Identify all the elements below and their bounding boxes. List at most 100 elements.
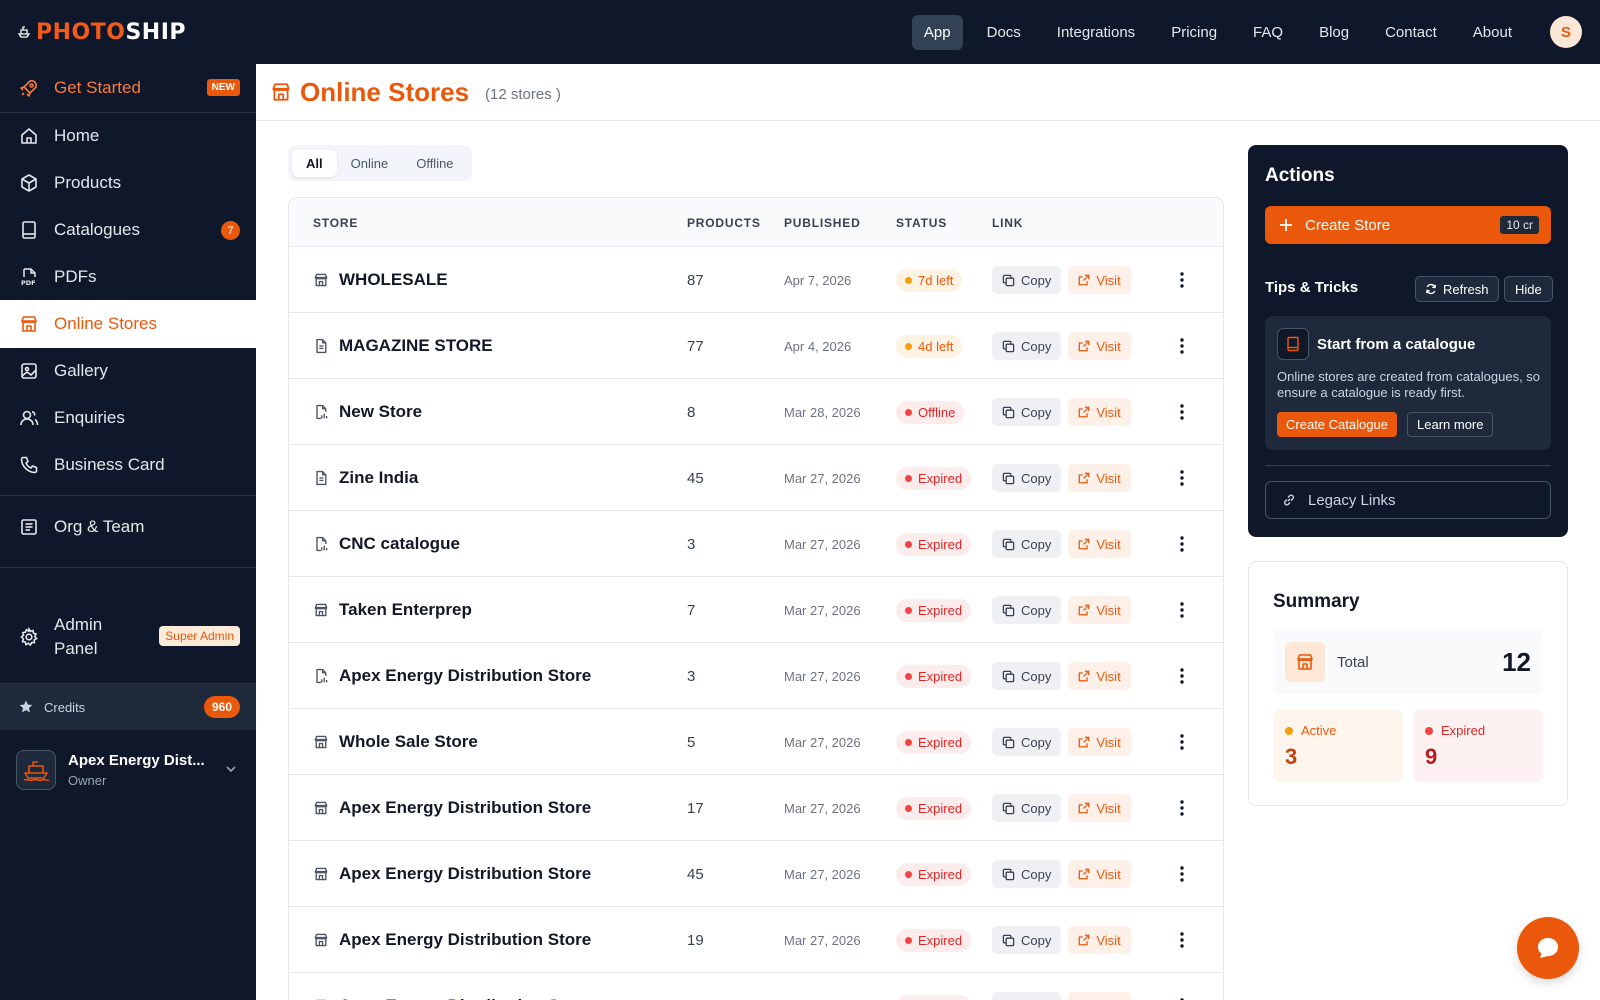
table-row[interactable]: MAGAZINE STORE 77 Apr 4, 2026 4d left Copy Vi… [289,313,1223,379]
account-switcher[interactable]: Apex Energy Dist... Owner [0,740,256,800]
store-name[interactable]: MAGAZINE STORE [339,336,493,356]
nav-contact[interactable]: Contact [1373,15,1449,50]
legacy-links-button[interactable]: Legacy Links [1265,481,1551,519]
visit-store-button[interactable]: Visit [1068,332,1131,360]
table-row[interactable]: Apex Energy Distribution Store 19 Mar 27, … [289,907,1223,973]
sidebar-item-products[interactable]: Products [0,159,256,207]
more-options-icon[interactable] [1180,511,1184,577]
sidebar-item-gallery[interactable]: Gallery [0,347,256,395]
copy-link-button[interactable]: Copy [992,662,1062,690]
visit-store-button[interactable]: Visit [1068,794,1131,822]
copy-link-button[interactable]: Copy [992,926,1062,954]
visit-store-button[interactable]: Visit [1068,596,1131,624]
sidebar-item-catalogues[interactable]: Catalogues 7 [0,206,256,254]
more-options-icon[interactable] [1180,577,1184,643]
more-options-icon[interactable] [1180,379,1184,445]
table-row[interactable]: CNC catalogue 3 Mar 27, 2026 Expired Copy Vis… [289,511,1223,577]
copy-link-button[interactable]: Copy [992,398,1062,426]
sidebar-item-online-stores[interactable]: Online Stores [0,300,256,348]
visit-store-button[interactable]: Visit [1068,266,1131,294]
visit-store-button[interactable]: Visit [1068,662,1131,690]
learn-more-button[interactable]: Learn more [1407,412,1494,437]
visit-store-button[interactable]: Visit [1068,530,1131,558]
refresh-button[interactable]: Refresh [1415,276,1499,302]
store-name[interactable]: WHOLESALE [339,270,448,290]
more-options-icon[interactable] [1180,973,1184,1000]
more-options-icon[interactable] [1180,841,1184,907]
copy-link-button[interactable]: Copy [992,794,1062,822]
table-row[interactable]: Apex Energy Distribution Store Expired Cop… [289,973,1223,1000]
store-name[interactable]: CNC catalogue [339,534,460,554]
sidebar-item-pdfs[interactable]: PDF PDFs [0,253,256,301]
visit-store-button[interactable]: Visit [1068,992,1131,1000]
column-header-status[interactable]: STATUS [896,216,947,230]
credits-row[interactable]: Credits 960 [0,684,256,730]
table-row[interactable]: Whole Sale Store 5 Mar 27, 2026 Expired Copy… [289,709,1223,775]
column-header-published[interactable]: PUBLISHED [784,216,861,230]
tab-offline[interactable]: Offline [402,150,467,177]
store-name[interactable]: Apex Energy Distribution Store [339,996,591,1000]
store-name[interactable]: Taken Enterprep [339,600,472,620]
more-options-icon[interactable] [1180,775,1184,841]
copy-link-button[interactable]: Copy [992,266,1062,294]
more-options-icon[interactable] [1180,247,1184,313]
copy-link-button[interactable]: Copy [992,332,1062,360]
visit-store-button[interactable]: Visit [1068,860,1131,888]
nav-about[interactable]: About [1461,15,1524,50]
tab-online[interactable]: Online [337,150,403,177]
sidebar-item-get-started[interactable]: Get Started NEW [0,64,256,112]
table-row[interactable]: Apex Energy Distribution Store 45 Mar 27, … [289,841,1223,907]
sidebar-item-business-card[interactable]: Business Card [0,441,256,489]
table-row[interactable]: Apex Energy Distribution Store 3 Mar 27, 2… [289,643,1223,709]
copy-link-button[interactable]: Copy [992,530,1062,558]
hide-tips-button[interactable]: Hide [1504,276,1553,302]
copy-link-button[interactable]: Copy [992,728,1062,756]
sidebar-item-org-team[interactable]: Org & Team [0,503,256,551]
table-row[interactable]: New Store 8 Mar 28, 2026 Offline Copy Visit [289,379,1223,445]
nav-faq[interactable]: FAQ [1241,15,1295,50]
table-row[interactable]: Zine India 45 Mar 27, 2026 Expired Copy Visit [289,445,1223,511]
table-row[interactable]: Apex Energy Distribution Store 17 Mar 27, … [289,775,1223,841]
nav-docs[interactable]: Docs [975,15,1033,50]
table-row[interactable]: WHOLESALE 87 Apr 7, 2026 7d left Copy Visit [289,247,1223,313]
tab-all[interactable]: All [292,149,337,177]
visit-store-button[interactable]: Visit [1068,398,1131,426]
brand-logo[interactable]: PHOTO SHIP [16,0,186,64]
column-header-products[interactable]: PRODUCTS [687,216,761,230]
store-name[interactable]: Whole Sale Store [339,732,478,752]
more-options-icon[interactable] [1180,445,1184,511]
user-avatar[interactable]: S [1550,16,1582,48]
sidebar-item-enquiries[interactable]: Enquiries [0,394,256,442]
store-name[interactable]: Zine India [339,468,418,488]
sidebar-item-home[interactable]: Home [0,112,256,160]
more-options-icon[interactable] [1180,907,1184,973]
store-name[interactable]: New Store [339,402,422,422]
store-name[interactable]: Apex Energy Distribution Store [339,798,591,818]
more-options-icon[interactable] [1180,313,1184,379]
store-name[interactable]: Apex Energy Distribution Store [339,864,591,884]
copy-link-button[interactable]: Copy [992,992,1062,1000]
store-name[interactable]: Apex Energy Distribution Store [339,930,591,950]
copy-link-button[interactable]: Copy [992,860,1062,888]
nav-app[interactable]: App [911,14,963,50]
copy-link-button[interactable]: Copy [992,464,1062,492]
visit-store-button[interactable]: Visit [1068,926,1131,954]
more-options-icon[interactable] [1180,643,1184,709]
visit-store-button[interactable]: Visit [1068,728,1131,756]
nav-pricing[interactable]: Pricing [1159,15,1229,50]
column-header-link[interactable]: LINK [992,216,1023,230]
link-cell: Copy Visit [992,313,1131,379]
chat-button[interactable] [1517,917,1579,979]
table-row[interactable]: Taken Enterprep 7 Mar 27, 2026 Expired Copy V… [289,577,1223,643]
link-icon [1282,493,1296,507]
store-name[interactable]: Apex Energy Distribution Store [339,666,591,686]
sidebar-item-admin-panel[interactable]: Admin Panel Super Admin [0,602,256,672]
create-store-button[interactable]: Create Store 10 cr [1265,206,1551,244]
create-catalogue-button[interactable]: Create Catalogue [1277,412,1397,437]
copy-link-button[interactable]: Copy [992,596,1062,624]
nav-blog[interactable]: Blog [1307,15,1361,50]
column-header-store[interactable]: STORE [313,216,358,230]
more-options-icon[interactable] [1180,709,1184,775]
visit-store-button[interactable]: Visit [1068,464,1131,492]
nav-integrations[interactable]: Integrations [1045,15,1147,50]
